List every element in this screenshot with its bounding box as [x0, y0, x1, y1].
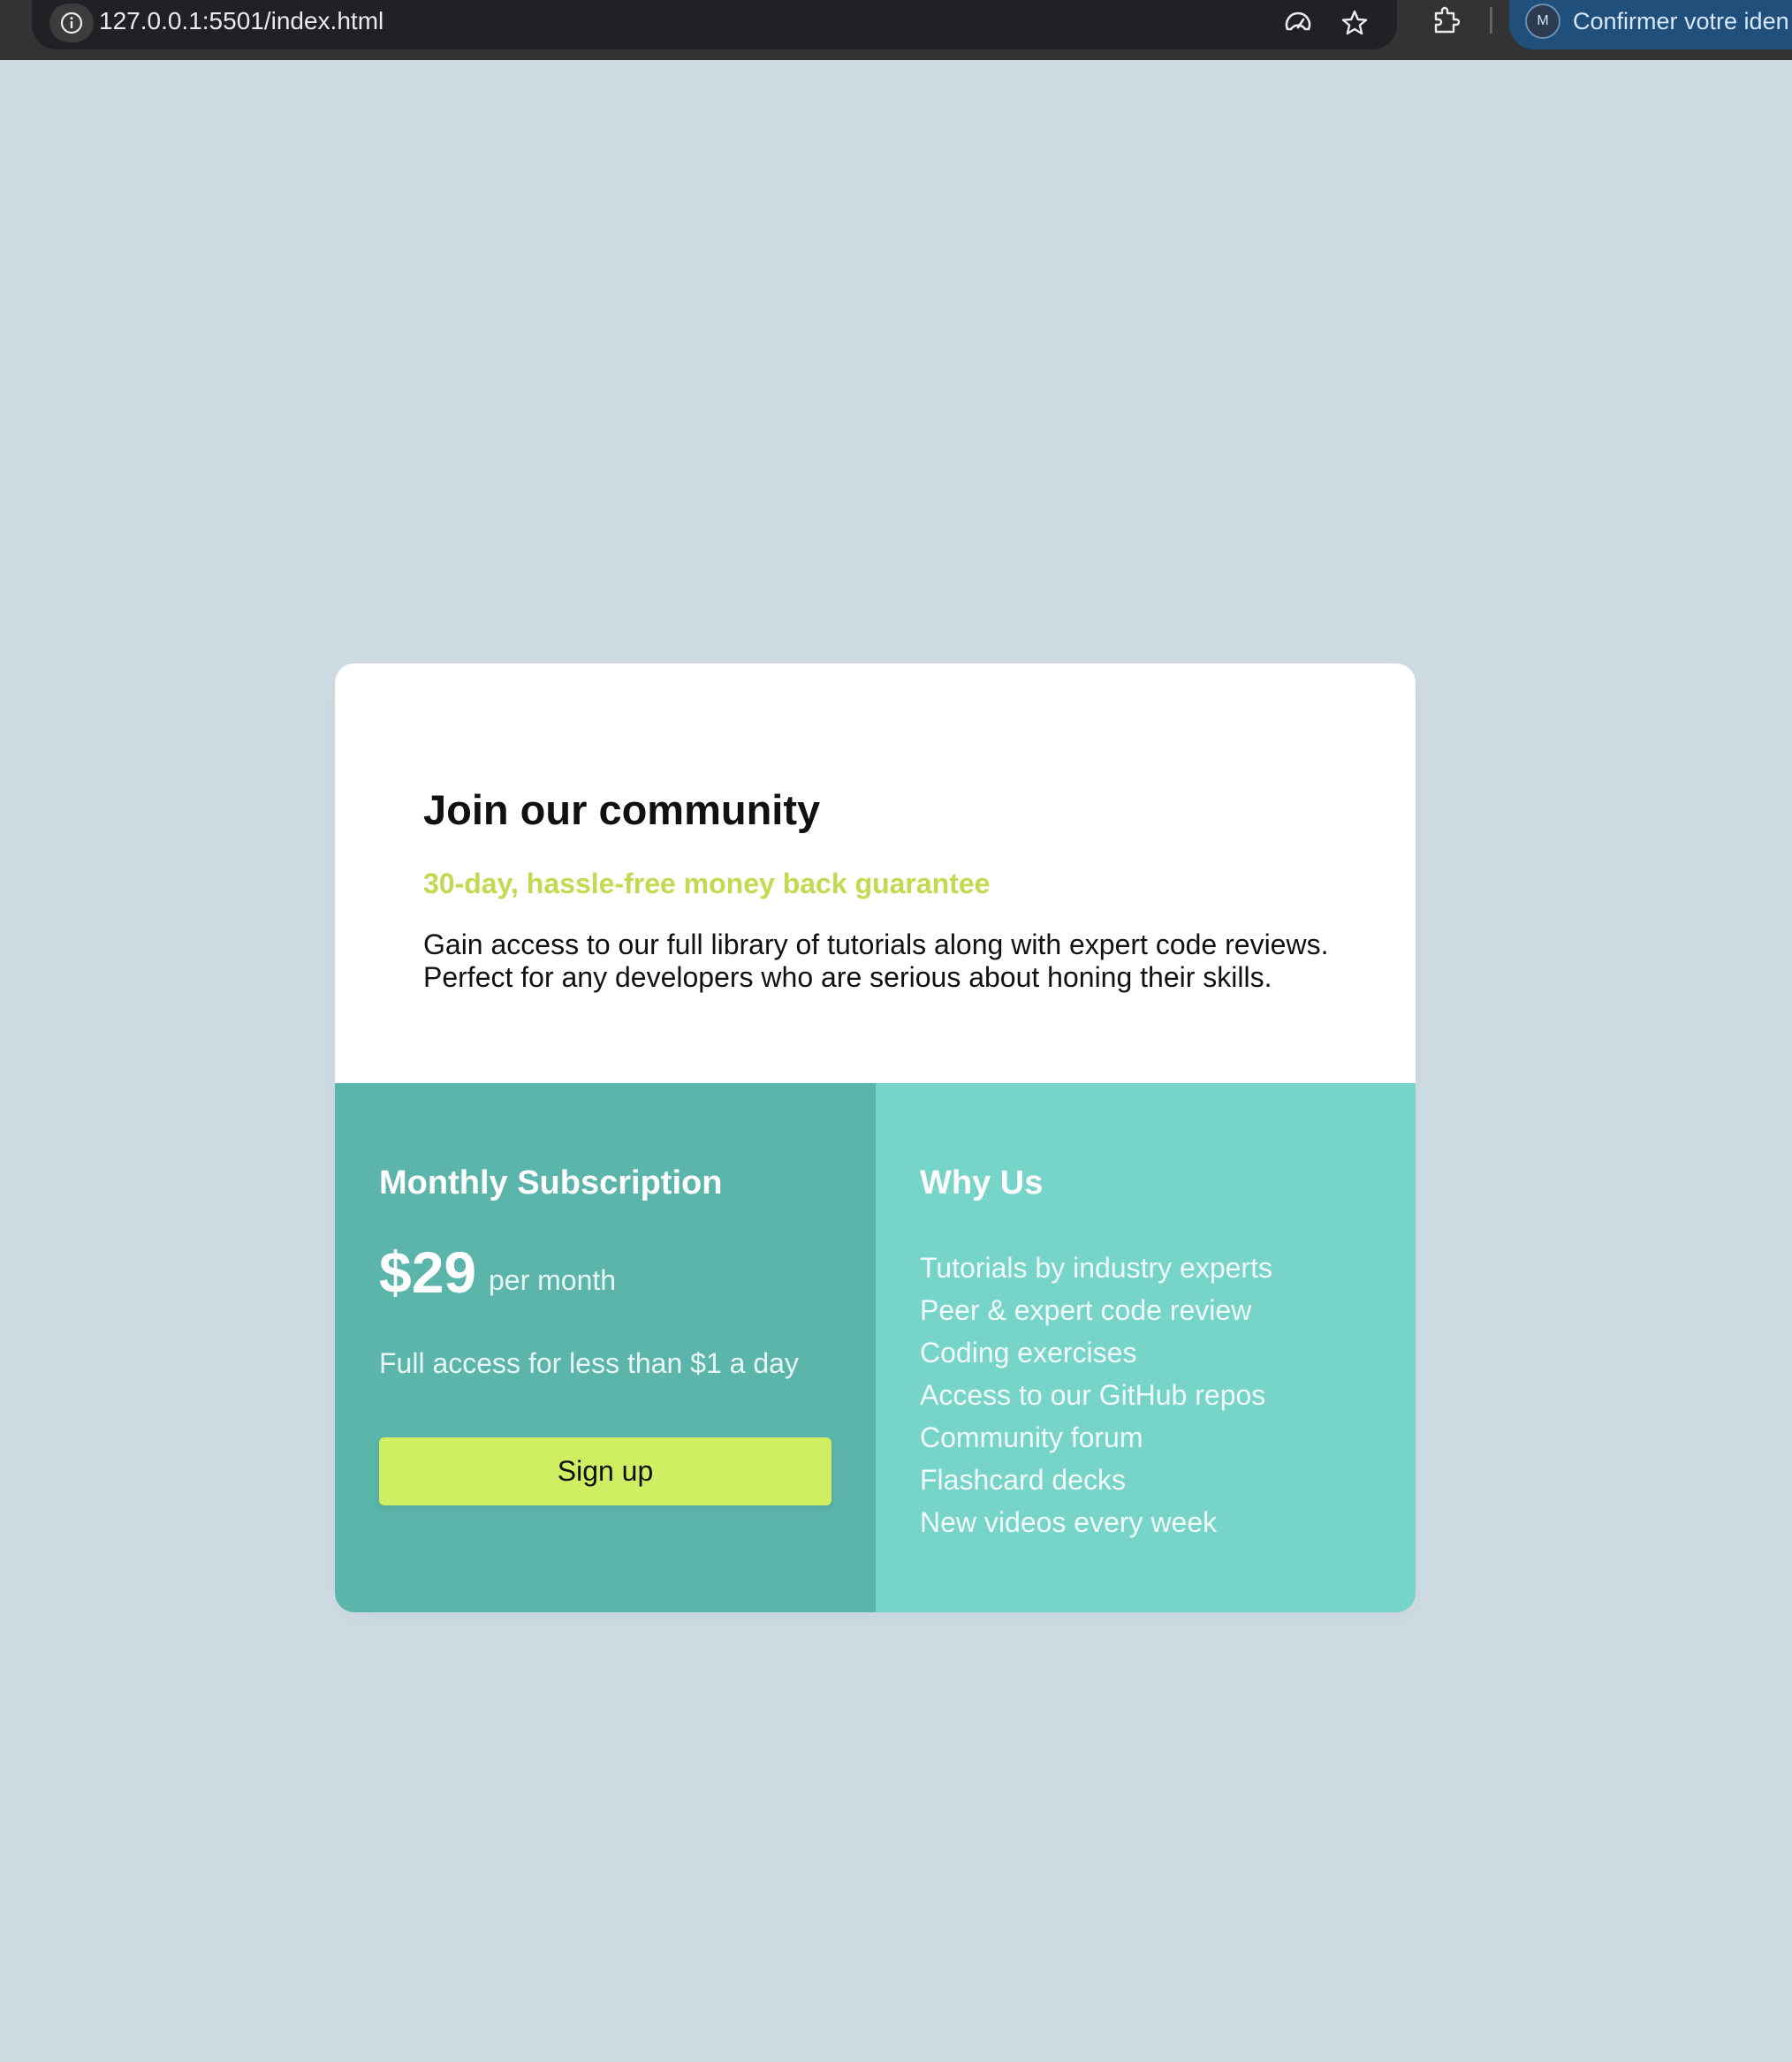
subscription-title: Monthly Subscription: [379, 1164, 723, 1202]
list-item: Coding exercises: [920, 1337, 1137, 1368]
why-us-title: Why Us: [920, 1164, 1044, 1202]
card-title: Join our community: [423, 786, 821, 833]
list-item: Access to our GitHub repos: [920, 1379, 1266, 1411]
subscription-card: Join our community 30-day, hassle-free m…: [335, 663, 1416, 1612]
toolbar-divider: [1490, 7, 1492, 34]
list-item: Tutorials by industry experts: [920, 1252, 1272, 1284]
url-text[interactable]: 127.0.0.1:5501/index.html: [99, 4, 383, 39]
why-us-panel: Why Us Tutorials by industry experts Pee…: [876, 1083, 1416, 1612]
star-icon[interactable]: [1337, 5, 1372, 41]
performance-icon[interactable]: [1280, 5, 1316, 41]
list-item: Flashcard decks: [920, 1464, 1126, 1496]
profile-chip[interactable]: M Confirmer votre iden: [1509, 0, 1792, 49]
address-bar[interactable]: 127.0.0.1:5501/index.html: [32, 0, 1397, 49]
avatar: M: [1525, 4, 1560, 39]
sign-up-button[interactable]: Sign up: [379, 1437, 831, 1505]
info-icon[interactable]: [49, 4, 94, 42]
price-value: $29: [379, 1239, 477, 1305]
list-item: New videos every week: [920, 1506, 1218, 1538]
browser-toolbar: 127.0.0.1:5501/index.html M Confirmer vo…: [0, 0, 1792, 60]
description-text: Gain access to our full library of tutor…: [423, 929, 1329, 993]
guarantee-text: 30-day, hassle-free money back guarantee: [423, 868, 991, 899]
list-item: Peer & expert code review: [920, 1294, 1252, 1326]
extensions-icon[interactable]: [1426, 2, 1465, 41]
list-item: Community forum: [920, 1421, 1143, 1453]
price-period: per month: [489, 1264, 617, 1296]
why-us-list: Tutorials by industry experts Peer & exp…: [920, 1247, 1272, 1543]
card-intro: Join our community 30-day, hassle-free m…: [335, 663, 1416, 1083]
access-text: Full access for less than $1 a day: [379, 1347, 799, 1379]
monthly-subscription-panel: Monthly Subscription $29 per month Full …: [335, 1083, 876, 1612]
profile-label: Confirmer votre iden: [1573, 8, 1789, 34]
